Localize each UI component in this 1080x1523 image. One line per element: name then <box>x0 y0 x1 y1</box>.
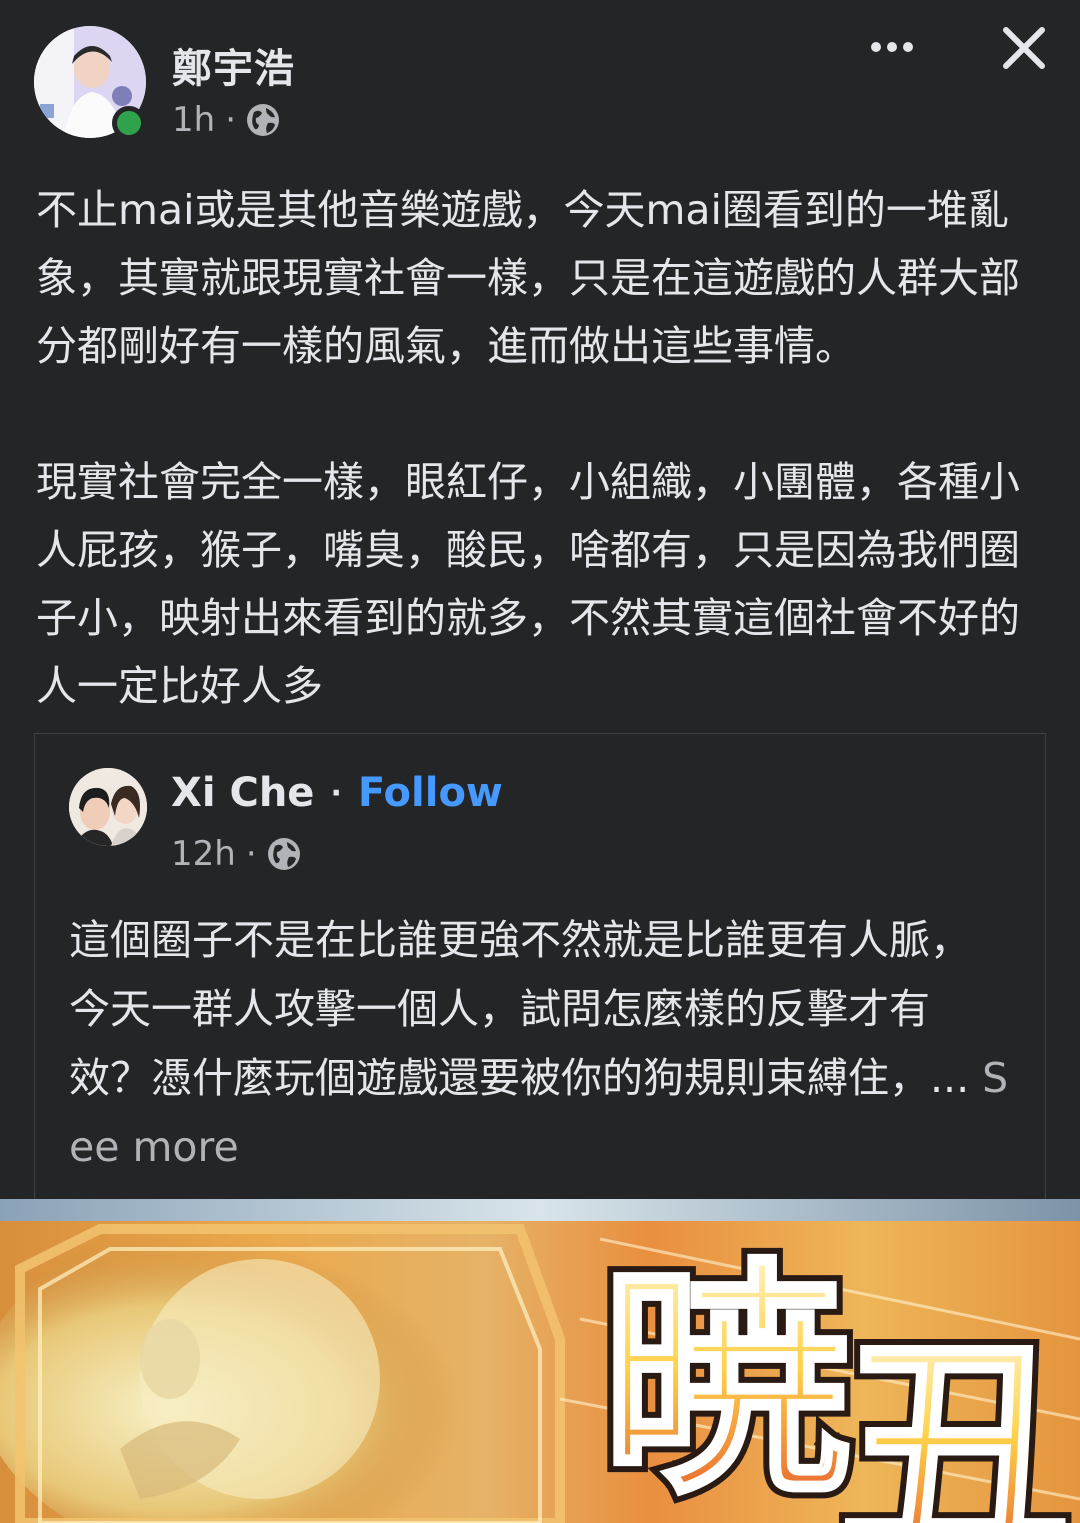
more-dots-icon <box>903 42 913 52</box>
shared-author-avatar[interactable] <box>69 768 147 846</box>
follow-button[interactable]: Follow <box>358 770 503 816</box>
globe-icon[interactable] <box>267 837 301 871</box>
name-follow-separator: · <box>330 775 342 811</box>
post-meta: 1h · <box>172 100 280 140</box>
author-name[interactable]: 鄭宇浩 <box>172 36 295 94</box>
close-button[interactable] <box>996 20 1052 76</box>
post-body-text: 不止mai或是其他音樂遊戲，今天mai圈看到的一堆亂象，其實就跟現實社會一樣，只… <box>36 186 1020 710</box>
shared-meta-separator: · <box>245 834 257 874</box>
attached-image[interactable]: 暁 暁 丑 丑 <box>0 1199 1080 1523</box>
online-status-indicator <box>112 106 146 140</box>
shared-post-card[interactable]: Xi Che · Follow 12h · 這個圈子不是在比誰更強不然就是比誰更… <box>34 733 1046 1233</box>
shared-text-body: 這個圈子不是在比誰更強不然就是比誰更有人脈，今天一群人攻擊一個人，試問怎麼樣的反… <box>69 916 971 1102</box>
meta-separator: · <box>225 100 236 140</box>
more-dots-icon <box>871 42 881 52</box>
shared-author-row: Xi Che · Follow <box>171 770 503 816</box>
shared-post-meta: 12h · <box>171 834 301 874</box>
svg-text:丑: 丑 <box>840 1314 1070 1523</box>
shared-post-time[interactable]: 12h <box>171 834 236 874</box>
svg-text:暁: 暁 <box>600 1234 850 1523</box>
shared-post-text: 這個圈子不是在比誰更強不然就是比誰更有人脈，今天一群人攻擊一個人，試問怎麼樣的反… <box>69 906 1009 1182</box>
facebook-post: 鄭宇浩 1h · 不止mai或是其他音樂遊戲，今天mai圈看到的一堆亂象，其實就… <box>0 0 1080 1523</box>
globe-icon[interactable] <box>246 103 280 137</box>
close-icon <box>1003 27 1045 69</box>
post-time[interactable]: 1h <box>172 100 215 140</box>
more-dots-icon <box>887 42 897 52</box>
shared-author-name[interactable]: Xi Che <box>171 770 314 816</box>
post-header: 鄭宇浩 1h · <box>0 0 1080 160</box>
shared-text-ellipsis: ... <box>930 1054 983 1102</box>
more-options-button[interactable] <box>862 22 922 72</box>
